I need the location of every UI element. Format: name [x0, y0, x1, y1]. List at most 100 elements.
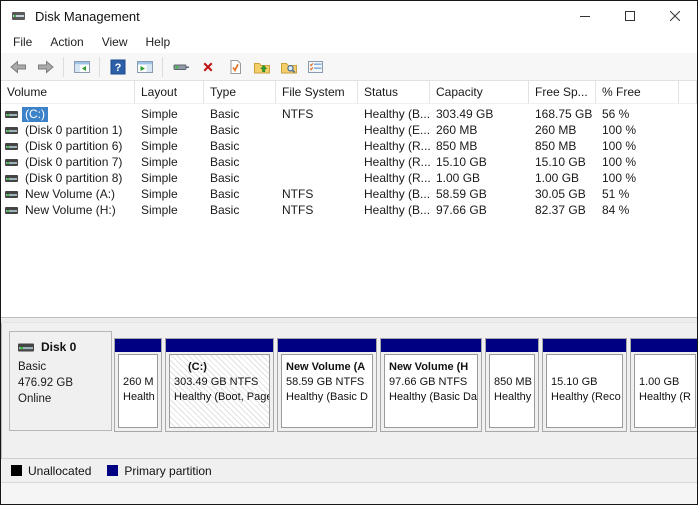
volume-list: Volume Layout Type File System Status Ca… [1, 81, 697, 317]
cell-pct-free: 100 % [602, 139, 637, 153]
show-console-tree-button[interactable] [68, 55, 95, 79]
cell-type: Basic [210, 155, 240, 169]
toolbar: ? [1, 53, 697, 81]
cell-free-space: 15.10 GB [535, 155, 586, 169]
table-row[interactable]: (Disk 0 partition 1) Simple Basic Health… [1, 122, 697, 138]
rescan-disks-button[interactable] [167, 55, 194, 79]
cell-pct-free: 56 % [602, 107, 630, 121]
column-header-capacity[interactable]: Capacity [430, 81, 529, 104]
volume-name: (Disk 0 partition 7) [25, 154, 123, 169]
column-header-pct-free[interactable]: % Free [596, 81, 679, 104]
cell-layout: Simple [141, 171, 178, 185]
disk-size: 476.92 GB [18, 377, 73, 389]
column-header-file-system[interactable]: File System [276, 81, 358, 104]
cell-type: Basic [210, 123, 240, 137]
cell-capacity: 303.49 GB [436, 107, 494, 121]
minimize-button[interactable] [562, 1, 607, 31]
cell-type: Basic [210, 203, 240, 217]
table-row[interactable]: (C:) Simple Basic NTFS Healthy (B... 303… [1, 106, 697, 122]
status-bar [1, 482, 697, 504]
disk-volume-icon [5, 158, 18, 166]
properties-button[interactable] [302, 55, 329, 79]
menu-help[interactable]: Help [137, 32, 180, 52]
cell-free-space: 850 MB [535, 139, 577, 153]
title-bar: Disk Management [1, 1, 697, 31]
disk-0-header[interactable]: Disk 0 Basic 476.92 GB Online [9, 331, 112, 431]
cell-layout: Simple [141, 123, 178, 137]
legend-label: Primary partition [124, 463, 212, 478]
cell-free-space: 82.37 GB [535, 203, 586, 217]
table-row[interactable]: New Volume (H:) Simple Basic NTFS Health… [1, 202, 697, 218]
document-check-icon [230, 59, 241, 74]
column-header-type[interactable]: Type [204, 81, 276, 104]
delete-x-icon [203, 62, 212, 71]
cell-type: Basic [210, 139, 240, 153]
volume-name: (Disk 0 partition 8) [25, 170, 123, 185]
back-button[interactable] [5, 55, 32, 79]
cell-status: Healthy (E... [364, 123, 430, 137]
mark-partition-active-button[interactable] [221, 55, 248, 79]
partition-c-drive[interactable]: (C:) 303.49 GB NTFS Healthy (Boot, Page [165, 338, 274, 432]
legend-unallocated: Unallocated [11, 464, 91, 478]
cell-type: Basic [210, 107, 240, 121]
partition-type-bar [381, 339, 481, 352]
unallocated-swatch [11, 465, 22, 476]
folder-search-icon [280, 62, 297, 73]
partition-850mb[interactable]: 850 MB Healthy ( [485, 338, 539, 432]
cell-free-space: 168.75 GB [535, 107, 593, 121]
partition-type-bar [486, 339, 538, 352]
volume-name: (Disk 0 partition 1) [25, 122, 123, 137]
table-row[interactable]: New Volume (A:) Simple Basic NTFS Health… [1, 186, 697, 202]
open-button[interactable] [248, 55, 275, 79]
volume-name: New Volume (A:) [25, 186, 116, 201]
legend-label: Unallocated [28, 463, 92, 478]
column-header-status[interactable]: Status [358, 81, 430, 104]
column-header-filler [679, 81, 697, 104]
properties-list-icon [308, 60, 323, 73]
legend-primary-partition: Primary partition [107, 463, 212, 478]
volume-rows: (C:) Simple Basic NTFS Healthy (B... 303… [1, 106, 697, 218]
partition-1gb[interactable]: 1.00 GB Healthy (R [630, 338, 697, 432]
cell-layout: Simple [141, 107, 178, 121]
cell-layout: Simple [141, 187, 178, 201]
partition-new-volume-a[interactable]: New Volume (A 58.59 GB NTFS Healthy (Bas… [277, 338, 377, 432]
disk-drive-icon [18, 343, 34, 351]
menu-view[interactable]: View [93, 32, 137, 52]
maximize-button[interactable] [607, 1, 652, 31]
column-header-volume[interactable]: Volume [1, 81, 135, 104]
cell-status: Healthy (R... [364, 155, 430, 169]
partition-type-bar [543, 339, 626, 352]
action-pane-icon [136, 60, 153, 73]
disk-volume-icon [5, 190, 18, 198]
maximize-icon [624, 11, 635, 21]
help-button[interactable]: ? [104, 55, 131, 79]
cell-free-space: 260 MB [535, 123, 577, 137]
partition-260mb[interactable]: 260 M Health [114, 338, 162, 432]
column-header-layout[interactable]: Layout [135, 81, 204, 104]
legend-bar: Unallocated Primary partition [1, 459, 697, 482]
minimize-icon [579, 16, 590, 17]
explore-button[interactable] [275, 55, 302, 79]
disk-type: Basic [18, 361, 47, 373]
cell-layout: Simple [141, 139, 178, 153]
volume-name: (C:) [22, 106, 48, 122]
partition-new-volume-h[interactable]: New Volume (H 97.66 GB NTFS Healthy (Bas… [380, 338, 482, 432]
forward-button[interactable] [32, 55, 59, 79]
show-action-pane-button[interactable] [131, 55, 158, 79]
menu-action[interactable]: Action [41, 32, 92, 52]
cell-capacity: 58.59 GB [436, 187, 487, 201]
table-row[interactable]: (Disk 0 partition 8) Simple Basic Health… [1, 170, 697, 186]
menu-bar: File Action View Help [1, 31, 697, 53]
menu-file[interactable]: File [4, 32, 41, 52]
close-button[interactable] [652, 1, 697, 31]
partition-15gb[interactable]: 15.10 GB Healthy (Reco [542, 338, 627, 432]
table-row[interactable]: (Disk 0 partition 6) Simple Basic Health… [1, 138, 697, 154]
partition-strip: 260 M Health (C:) 303.49 GB NTFS Healthy… [114, 338, 697, 432]
table-row[interactable]: (Disk 0 partition 7) Simple Basic Health… [1, 154, 697, 170]
disk-volume-icon [5, 206, 18, 214]
column-header-free-space[interactable]: Free Sp... [529, 81, 596, 104]
disk-volume-icon [5, 142, 18, 150]
cell-layout: Simple [141, 155, 178, 169]
partition-type-bar [631, 339, 697, 352]
delete-volume-button[interactable] [194, 55, 221, 79]
